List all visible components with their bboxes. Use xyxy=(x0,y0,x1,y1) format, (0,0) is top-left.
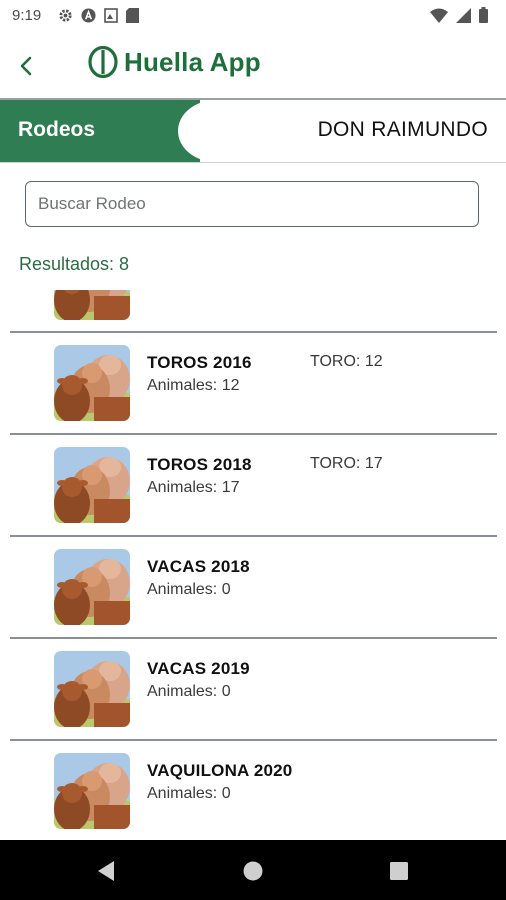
list-item[interactable]: TOROS 2018 Animales: 17 TORO: 17 xyxy=(10,433,497,534)
brand: Huella App xyxy=(88,46,261,78)
rodeo-name: VACAS 2018 xyxy=(147,557,250,576)
list-divider xyxy=(10,739,497,741)
rodeo-thumbnail xyxy=(54,345,130,421)
app-bar: Huella App xyxy=(0,32,506,98)
home-nav-icon[interactable] xyxy=(243,861,263,881)
list-item[interactable]: VAQUILONA 2020 Animales: 0 xyxy=(10,739,497,840)
status-time: 9:19 xyxy=(12,7,42,24)
search-input[interactable] xyxy=(25,181,479,227)
rodeo-list[interactable]: TOROS 2016 Animales: 12 TORO: 12 TOROS 2… xyxy=(0,290,506,840)
rodeo-thumbnail xyxy=(54,447,130,523)
sd-card-icon xyxy=(126,8,139,23)
rodeo-animal-count: Animales: 12 xyxy=(147,377,240,394)
rodeo-thumbnail xyxy=(54,549,130,625)
list-divider xyxy=(10,433,497,435)
system-nav-bar xyxy=(0,840,506,900)
wifi-icon xyxy=(430,8,448,23)
rodeo-name: TOROS 2016 xyxy=(147,353,252,372)
rodeo-thumbnail xyxy=(54,753,130,829)
status-bar: 9:19 xyxy=(0,0,506,32)
list-item[interactable]: VACAS 2019 Animales: 0 xyxy=(10,637,497,738)
battery-icon xyxy=(479,7,488,23)
app-a-icon xyxy=(81,8,96,23)
rodeo-thumbnail xyxy=(54,290,130,320)
signal-icon xyxy=(456,7,471,23)
back-arrow-icon[interactable] xyxy=(14,52,42,80)
rodeo-animal-count: Animales: 0 xyxy=(147,581,231,598)
gear-icon xyxy=(59,9,72,22)
section-band: Rodeos DON RAIMUNDO xyxy=(0,100,506,162)
section-title: Rodeos xyxy=(18,118,96,141)
recents-nav-icon[interactable] xyxy=(390,862,408,880)
list-divider xyxy=(10,637,497,639)
list-divider xyxy=(10,331,497,333)
rodeo-animal-count: Animales: 0 xyxy=(147,785,231,802)
app-title: Huella App xyxy=(124,46,261,77)
rodeo-category-count: TORO: 17 xyxy=(310,455,383,472)
rodeo-thumbnail xyxy=(54,651,130,727)
rodeo-name: VAQUILONA 2020 xyxy=(147,761,293,780)
list-item[interactable]: TOROS 2016 Animales: 12 TORO: 12 xyxy=(10,331,497,432)
results-count: Resultados: 8 xyxy=(19,254,130,274)
list-divider xyxy=(10,535,497,537)
huella-logo-icon xyxy=(88,46,118,78)
band-divider xyxy=(0,162,506,163)
list-item[interactable]: VACAS 2018 Animales: 0 xyxy=(10,535,497,636)
rodeo-name: TOROS 2018 xyxy=(147,455,252,474)
rodeo-category-count: TORO: 12 xyxy=(310,353,383,370)
rodeo-animal-count: Animales: 0 xyxy=(147,683,231,700)
back-nav-icon[interactable] xyxy=(96,860,116,882)
image-icon xyxy=(104,8,118,23)
establishment-name: DON RAIMUNDO xyxy=(317,118,488,141)
rodeo-name: VACAS 2019 xyxy=(147,659,250,678)
rodeo-animal-count: Animales: 17 xyxy=(147,479,240,496)
